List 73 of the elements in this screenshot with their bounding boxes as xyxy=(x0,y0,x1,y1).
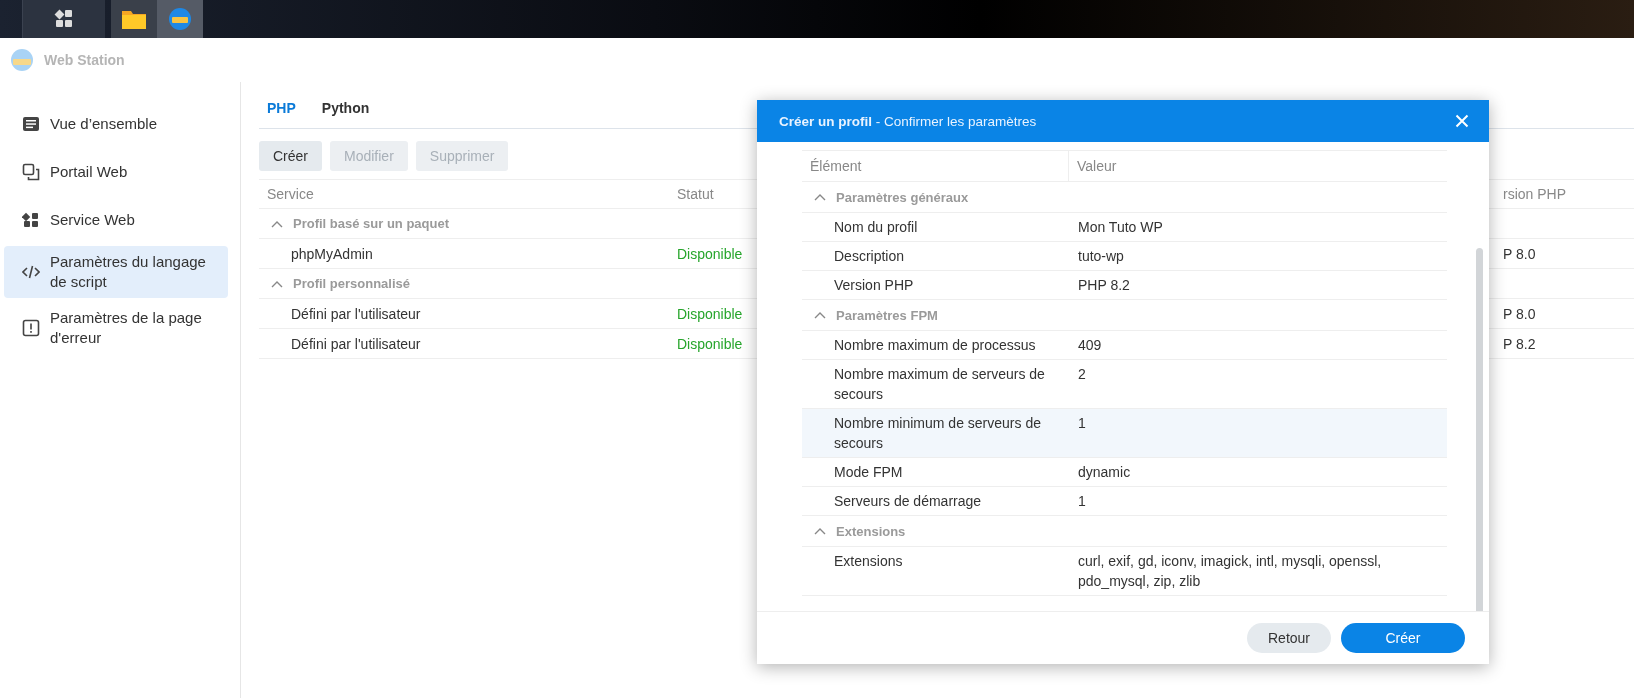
table-cell-text: 2 xyxy=(1077,365,1087,384)
table-cell-text: curl, exif, gd, iconv, imagick, intl, mysqli, openssl, pdo_mysql, zip, zlib xyxy=(1077,552,1383,591)
column-header[interactable]: Élément xyxy=(802,158,1068,174)
globe-icon[interactable] xyxy=(157,0,203,38)
tab[interactable]: Python xyxy=(321,96,370,128)
group-label: Profil personnalisé xyxy=(293,276,411,291)
grid-icon xyxy=(22,211,40,229)
table-cell-text: 1 xyxy=(1077,492,1087,511)
sidebar-item[interactable]: Vue d’ensemble xyxy=(4,102,228,146)
chevron-icon[interactable] xyxy=(814,527,826,535)
table-cell-text: dynamic xyxy=(1077,463,1132,482)
app-title: Web Station xyxy=(44,52,125,68)
table-row[interactable]: Mode FPM dynamic xyxy=(802,458,1447,487)
column-header[interactable]: Valeur xyxy=(1068,151,1447,181)
chevron-icon[interactable] xyxy=(814,311,826,319)
table-cell-text: Nombre maximum de processus xyxy=(833,336,1037,355)
table-cell-text: 409 xyxy=(1077,336,1103,355)
group-label: Extensions xyxy=(836,523,906,539)
table-row[interactable]: Nombre maximum de processus 409 xyxy=(802,331,1447,360)
status-text: Disponible xyxy=(676,335,743,352)
table-cell-text: Mon Tuto WP xyxy=(1077,218,1164,237)
chevron-icon[interactable] xyxy=(271,219,283,228)
group-label: Paramètres FPM xyxy=(836,307,938,323)
chevron-icon[interactable] xyxy=(814,193,826,201)
tab[interactable]: PHP xyxy=(267,96,296,128)
warning-icon xyxy=(22,319,40,337)
table-row[interactable]: Version PHP PHP 8.2 xyxy=(802,271,1447,300)
code-icon xyxy=(22,263,40,281)
sidebar-item[interactable]: Service Web xyxy=(4,198,228,242)
table-cell-text: Description xyxy=(833,247,906,266)
globe-icon xyxy=(10,48,34,72)
column-header[interactable]: rsion PHP xyxy=(1495,186,1567,202)
scrollbar[interactable] xyxy=(1476,248,1483,611)
table-cell-text: Serveurs de démarrage xyxy=(833,492,983,511)
table-row[interactable]: Description tuto-wp xyxy=(802,242,1447,271)
table-cell-text: Défini par l'utilisateur xyxy=(290,335,421,352)
chevron-icon[interactable] xyxy=(271,279,283,288)
main-menu-icon[interactable] xyxy=(22,0,105,38)
dialog-button[interactable]: Créer xyxy=(1341,623,1465,653)
table-row[interactable]: Serveurs de démarrage 1 xyxy=(802,487,1447,516)
table-cell-text: Défini par l'utilisateur xyxy=(290,305,421,322)
table-cell-text: Nombre maximum de serveurs de secours xyxy=(833,365,1046,404)
column-header[interactable]: Service xyxy=(259,186,314,202)
table-cell-text: Nom du profil xyxy=(833,218,919,237)
table-row[interactable]: Extensions curl, exif, gd, iconv, imagick, intl, mysqli, openssl, pdo_mysql, zip, zlib xyxy=(802,547,1447,596)
table-cell-text: 1 xyxy=(1077,414,1087,433)
group-label: Paramètres généraux xyxy=(836,189,969,205)
sidebar-item[interactable]: Portail Web xyxy=(4,150,228,194)
table-row[interactable]: Nombre minimum de serveurs de secours 1 xyxy=(802,409,1447,458)
table-cell-text: PHP 8.2 xyxy=(1077,276,1131,295)
table-cell-text: P 8.2 xyxy=(1502,335,1536,352)
table-cell-text: phpMyAdmin xyxy=(290,245,373,262)
table-cell-text: Mode FPM xyxy=(833,463,904,482)
column-header[interactable]: Statut xyxy=(669,186,714,202)
sidebar-item[interactable]: Paramètres de la page d'erreur xyxy=(4,302,228,354)
toolbar-button[interactable]: Créer xyxy=(259,141,322,171)
list-icon xyxy=(22,115,40,133)
close-icon[interactable] xyxy=(1455,114,1469,128)
dialog-title: Créer un profil - Confirmer les paramètres xyxy=(779,113,1037,129)
status-text: Disponible xyxy=(676,245,743,262)
table-cell-text: tuto-wp xyxy=(1077,247,1125,266)
windows-icon xyxy=(22,163,40,181)
table-cell-text: P 8.0 xyxy=(1502,245,1536,262)
table-cell-text: Version PHP xyxy=(833,276,915,295)
folder-icon[interactable] xyxy=(111,0,157,38)
dialog-button[interactable]: Retour xyxy=(1247,623,1331,653)
group-label: Profil basé sur un paquet xyxy=(293,216,450,231)
table-cell-text: Extensions xyxy=(833,552,904,571)
table-cell-text: Nombre minimum de serveurs de secours xyxy=(833,414,1042,453)
table-row[interactable]: Nom du profil Mon Tuto WP xyxy=(802,213,1447,242)
status-text: Disponible xyxy=(676,305,743,322)
sidebar-item[interactable]: Paramètres du langage de script xyxy=(4,246,228,298)
table-cell-text: P 8.0 xyxy=(1502,305,1536,322)
